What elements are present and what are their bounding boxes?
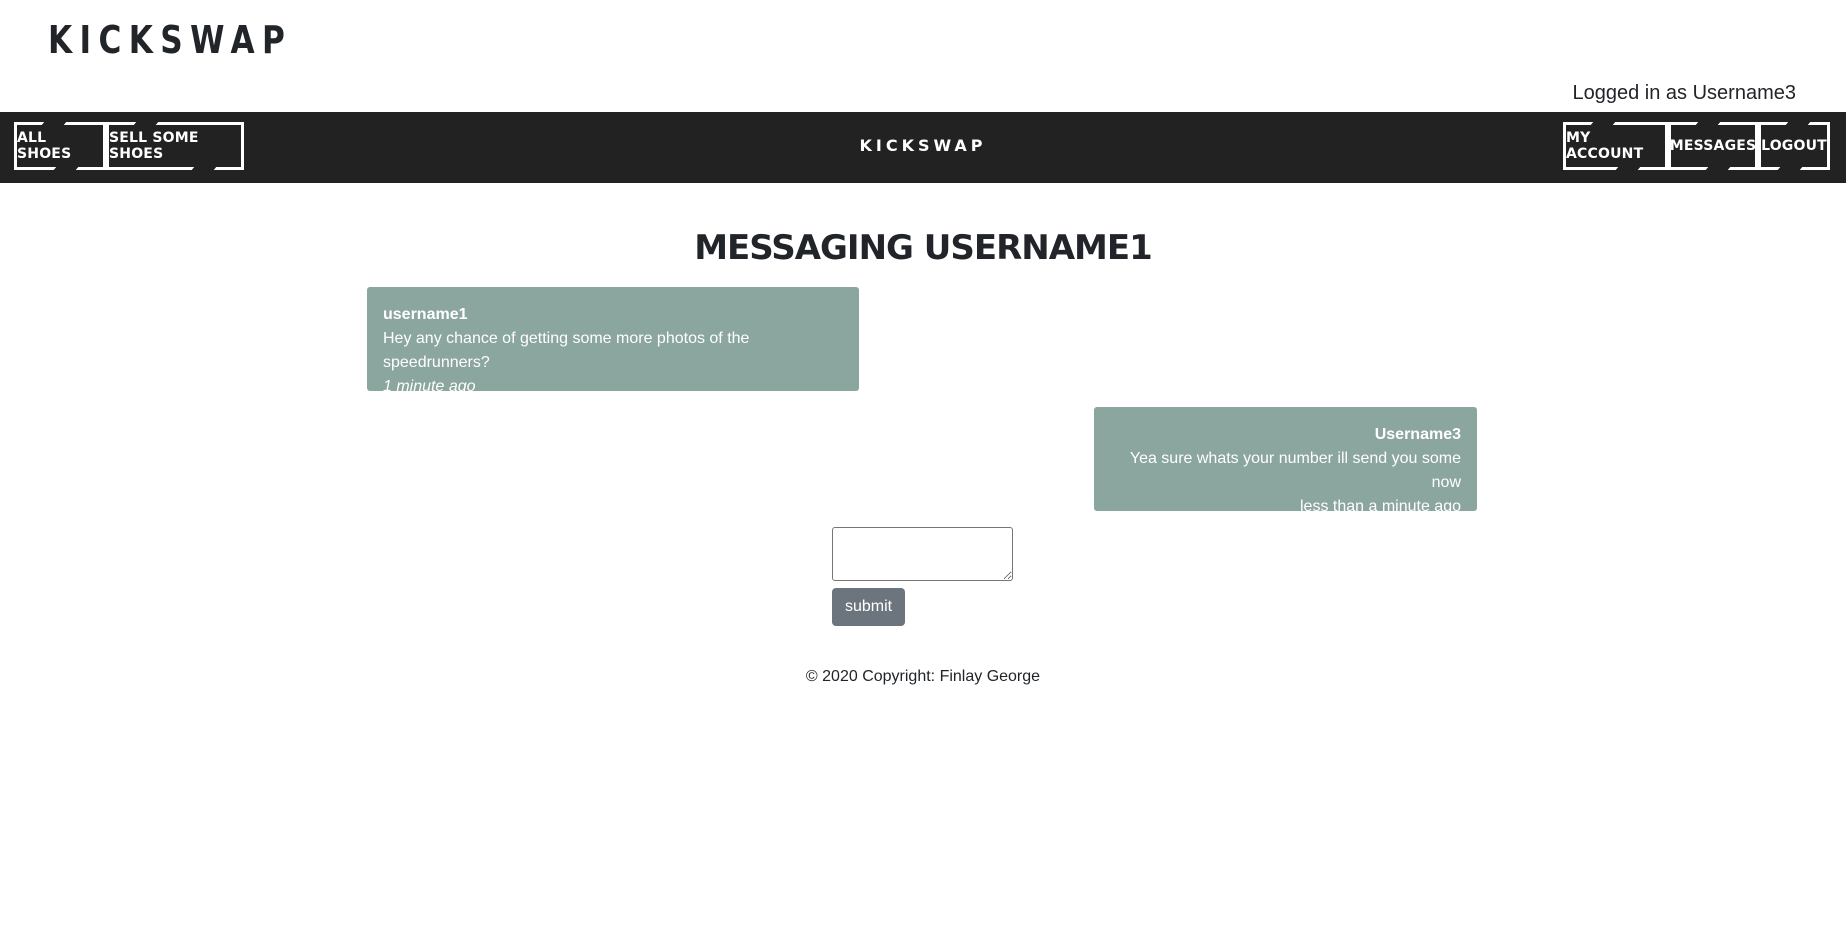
footer-copyright: © 2020 Copyright: Finlay George [805,668,1041,685]
main-navbar: ALL SHOES SELL SOME SHOES KICKSWAP MY AC… [0,112,1846,183]
site-logo[interactable]: KICKSWAP [48,18,292,62]
message-author: username1 [383,306,468,323]
login-status: Logged in as Username3 [1572,82,1796,104]
message-incoming: username1 Hey any chance of getting some… [367,287,859,395]
submit-button[interactable]: submit [832,588,905,626]
message-text: Yea sure whats your number ill send you … [1129,450,1461,491]
page-title: MESSAGING USERNAME1 [694,228,1153,268]
message-time: 1 minute ago [383,378,476,395]
message-time: less than a minute ago [1300,498,1461,515]
nav-logout-button[interactable]: LOGOUT [1758,122,1830,170]
message-text: Hey any chance of getting some more phot… [383,330,750,371]
message-author: Username3 [1374,426,1461,443]
nav-messages-button[interactable]: MESSAGES [1668,122,1758,170]
message-input[interactable] [832,527,1013,581]
nav-my-account-button[interactable]: MY ACCOUNT [1563,122,1668,170]
message-outgoing: Username3 Yea sure whats your number ill… [1094,407,1477,515]
